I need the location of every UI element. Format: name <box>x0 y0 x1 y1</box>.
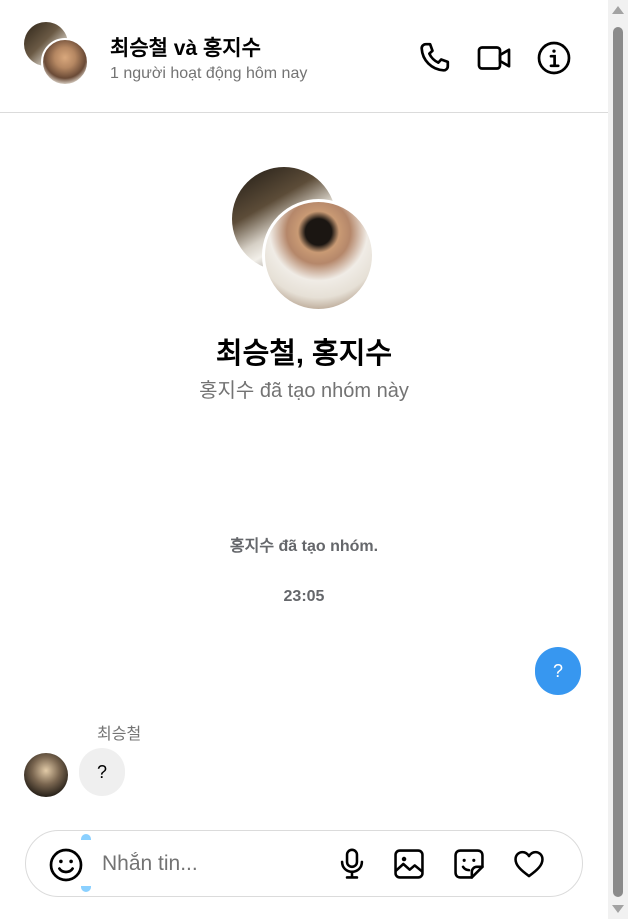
scroll-up-arrow-icon[interactable] <box>612 6 624 14</box>
info-icon <box>537 41 571 75</box>
emoji-button[interactable] <box>48 847 84 883</box>
activity-status: 1 người hoạt động hôm nay <box>110 65 308 82</box>
message-input[interactable] <box>102 847 322 881</box>
group-name: 최승철, 홍지수 <box>215 338 393 370</box>
message-timestamp: 23:05 <box>283 588 325 605</box>
outgoing-message-bubble[interactable]: ? <box>535 647 581 695</box>
avatar[interactable] <box>24 753 68 797</box>
video-camera-icon <box>477 46 511 70</box>
decorative-dot <box>81 834 91 840</box>
heart-icon <box>514 850 544 878</box>
scroll-down-arrow-icon[interactable] <box>612 905 624 913</box>
sticker-icon <box>454 849 484 879</box>
emoji-icon <box>49 848 83 882</box>
sticker-button[interactable] <box>451 846 487 882</box>
microphone-icon <box>340 848 364 879</box>
system-message: 홍지수 đã tạo nhóm. <box>229 538 379 555</box>
chat-window: 최승철 và 홍지수 1 người hoạt động hôm nay 최승철… <box>0 0 608 919</box>
phone-icon <box>420 42 450 72</box>
like-button[interactable] <box>511 846 547 882</box>
group-avatar-large <box>232 167 378 312</box>
image-icon <box>394 849 424 879</box>
scrollbar-thumb[interactable] <box>613 27 623 897</box>
incoming-message-bubble[interactable]: ? <box>79 748 125 796</box>
group-avatar-stack[interactable] <box>24 22 90 88</box>
video-call-button[interactable] <box>474 38 514 78</box>
chat-title[interactable]: 최승철 và 홍지수 <box>110 32 261 62</box>
sender-name: 최승철 <box>97 726 142 743</box>
conversation-info-button[interactable] <box>534 38 574 78</box>
call-button[interactable] <box>414 38 454 78</box>
avatar <box>41 38 89 86</box>
chat-header: 최승철 và 홍지수 1 người hoạt động hôm nay <box>0 0 608 113</box>
message-composer <box>25 830 583 897</box>
decorative-dot <box>81 886 91 892</box>
avatar <box>262 199 375 312</box>
group-created-note: 홍지수 đã tạo nhóm này <box>199 380 409 402</box>
add-photo-button[interactable] <box>391 846 427 882</box>
voice-message-button[interactable] <box>334 846 370 882</box>
scrollbar[interactable] <box>608 0 628 919</box>
